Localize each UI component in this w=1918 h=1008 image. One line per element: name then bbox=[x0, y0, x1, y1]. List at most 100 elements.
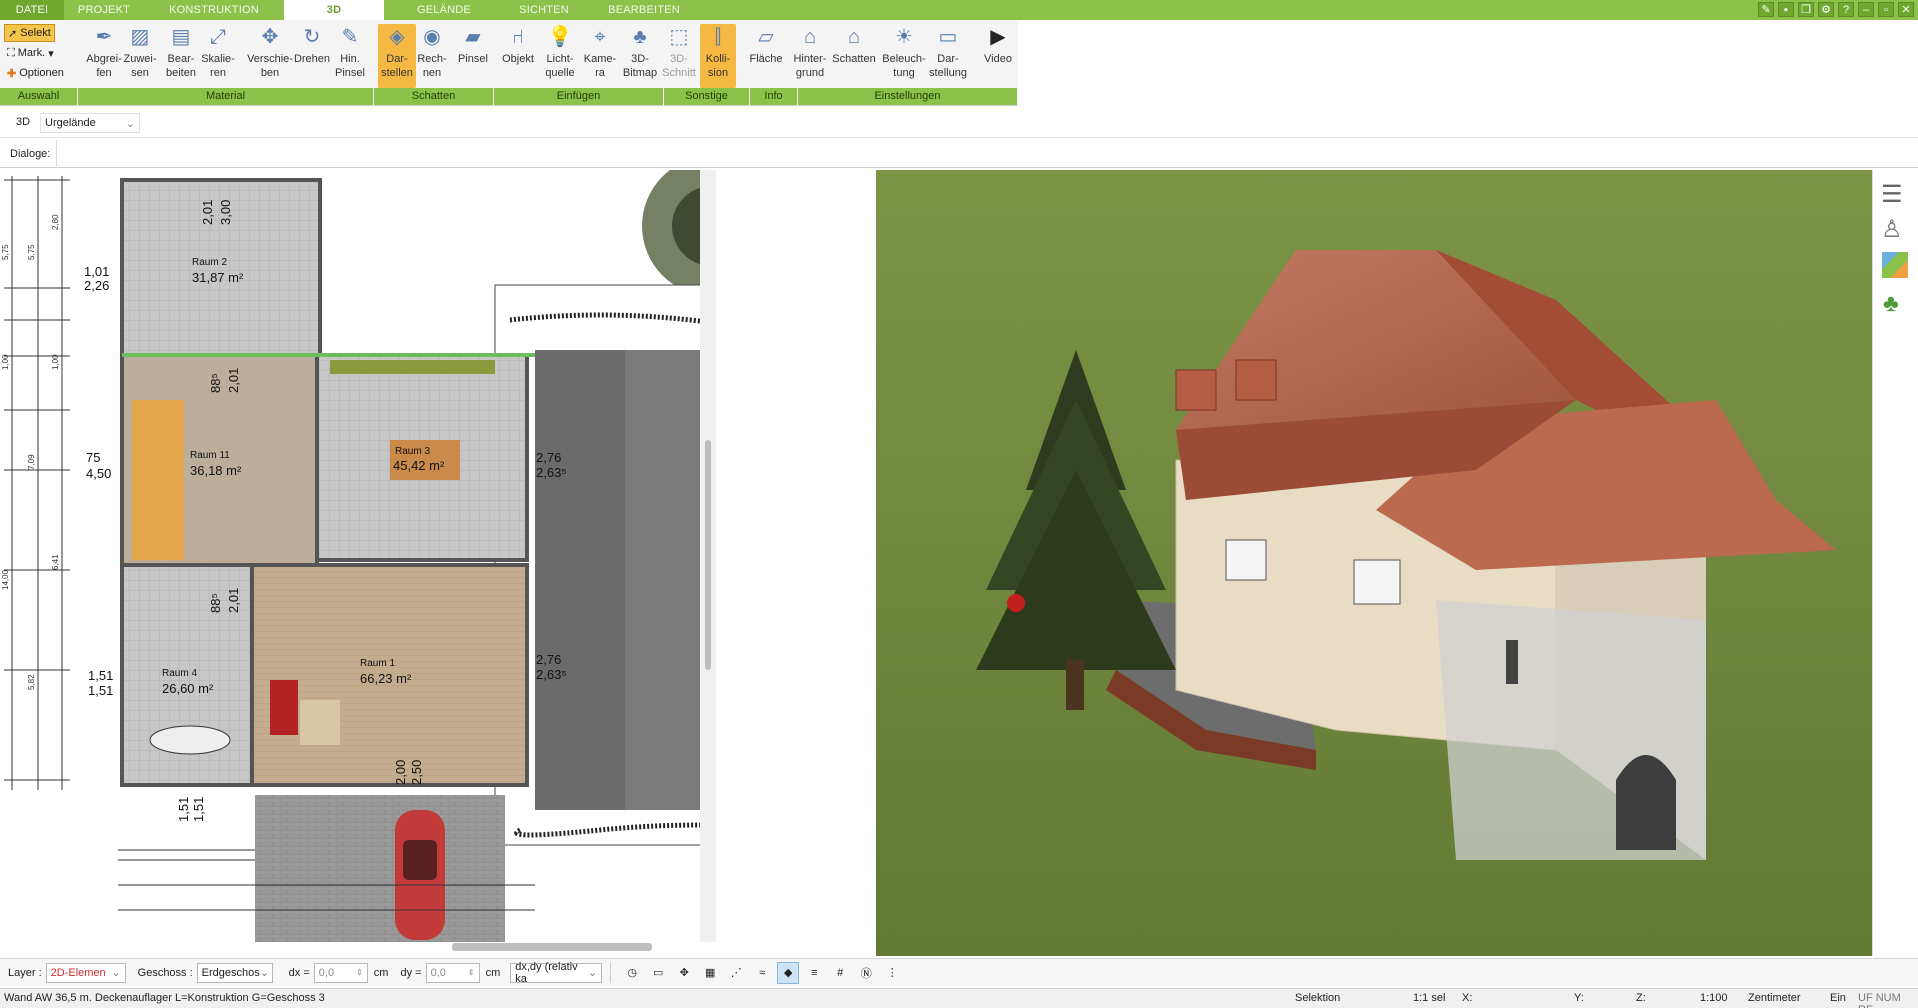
area-info-button[interactable]: ▱ Fläche bbox=[746, 24, 786, 88]
background-button[interactable]: ⌂ Hinter- grund bbox=[790, 24, 830, 88]
wave-icon[interactable]: ≈ bbox=[751, 962, 773, 984]
selekt-button[interactable]: ➚ Selekt bbox=[4, 24, 55, 42]
materials-icon[interactable] bbox=[1882, 252, 1908, 278]
layers-icon[interactable]: ☰ bbox=[1881, 180, 1903, 209]
edit-material-button[interactable]: ▤ Bear- beiten bbox=[162, 24, 200, 88]
stairs-icon[interactable]: ≡ bbox=[803, 962, 825, 984]
section-button[interactable]: ⬚ 3D- Schnitt bbox=[660, 24, 698, 88]
floor-plan-canvas[interactable]: 5,75 5,75 1,00 1,00 7,09 14,00 6,41 5,82… bbox=[0, 170, 715, 942]
more-icon[interactable]: ⋮ bbox=[881, 962, 903, 984]
close-icon[interactable]: ✕ bbox=[1898, 2, 1914, 17]
plant-icon[interactable]: ♣ bbox=[1883, 290, 1899, 318]
ribbon-button-label: Objekt bbox=[502, 53, 534, 65]
floor-plan-view[interactable]: 5,75 5,75 1,00 1,00 7,09 14,00 6,41 5,82… bbox=[0, 170, 715, 942]
chevron-down-icon: ▾ bbox=[48, 47, 54, 60]
shadow-brush-button[interactable]: ▰ Pinsel bbox=[453, 24, 493, 88]
optionen-button[interactable]: ✚ Optionen bbox=[4, 64, 67, 82]
plan-horizontal-scrollbar[interactable] bbox=[452, 943, 652, 951]
grid-icon[interactable]: # bbox=[829, 962, 851, 984]
status-bar: Wand AW 36,5 m. Deckenauflager L=Konstru… bbox=[0, 988, 1918, 1008]
shadow-brush-icon: ▰ bbox=[465, 26, 481, 48]
move-icon: ✥ bbox=[261, 26, 279, 48]
assign-material-button[interactable]: ▨ Zuwei- sen bbox=[122, 24, 158, 88]
ribbon-button-label: Kolli- sion bbox=[705, 53, 731, 79]
brush-button[interactable]: ✎ Hin. Pinsel bbox=[330, 24, 370, 88]
monitor-icon[interactable]: ▭ bbox=[647, 962, 669, 984]
north-icon[interactable]: Ⓝ bbox=[855, 962, 877, 984]
move-button[interactable]: ✥ Verschie- ben bbox=[246, 24, 294, 88]
clock-icon[interactable]: ◷ bbox=[621, 962, 643, 984]
plan-vertical-scrollbar[interactable] bbox=[705, 440, 711, 670]
terrain-select[interactable]: Urgelände ⌄ bbox=[40, 113, 140, 133]
tab-konstruktion[interactable]: KONSTRUKTION bbox=[144, 0, 284, 20]
lighting-button[interactable]: ☀ Beleuch- tung bbox=[880, 24, 928, 88]
3d-view[interactable] bbox=[876, 170, 1872, 956]
ruler-label: 2,80 bbox=[51, 214, 60, 230]
minimize-icon[interactable]: – bbox=[1858, 2, 1874, 17]
play-button[interactable]: ▶ Video bbox=[980, 24, 1016, 88]
kitchen-counter bbox=[330, 360, 495, 374]
line-tool-icon[interactable]: ⋰ bbox=[725, 962, 747, 984]
status-scale: 1:100 bbox=[1700, 992, 1728, 1004]
mark-button[interactable]: ⛶ Mark. ▾ bbox=[4, 44, 57, 62]
display-button[interactable]: ▭ Dar- stellung bbox=[928, 24, 968, 88]
group-info: Info bbox=[750, 88, 798, 105]
tab-3d[interactable]: 3D bbox=[284, 0, 384, 20]
save-icon[interactable]: ▪ bbox=[1778, 2, 1794, 17]
rotate-icon: ↻ bbox=[303, 26, 321, 48]
dx-value: 0,0 bbox=[318, 966, 335, 979]
room-area: 36,18 m² bbox=[190, 463, 242, 478]
status-unit: Zentimeter bbox=[1748, 992, 1801, 1004]
chair-button[interactable]: ⑁ Objekt bbox=[498, 24, 538, 88]
splitter-bar[interactable] bbox=[700, 170, 716, 942]
dx-input[interactable]: 0,0 ⇕ bbox=[313, 962, 368, 983]
tab-sichten[interactable]: SICHTEN bbox=[504, 0, 584, 20]
rotate-button[interactable]: ↻ Drehen bbox=[292, 24, 332, 88]
ribbon-button-label: Drehen bbox=[293, 53, 331, 65]
settings-icon[interactable]: ⚙ bbox=[1818, 2, 1834, 17]
dy-input[interactable]: 0,0 ⇕ bbox=[425, 962, 480, 983]
shadow-display-button[interactable]: ◈ Dar- stellen bbox=[378, 24, 416, 88]
bulb-icon: 💡 bbox=[547, 26, 573, 48]
chair-icon[interactable]: ♙ bbox=[1881, 215, 1903, 244]
color-palette-icon[interactable]: ▦ bbox=[699, 962, 721, 984]
spinner-icon[interactable]: ⇕ bbox=[356, 968, 363, 977]
tab-projekt[interactable]: PROJEKT bbox=[64, 0, 144, 20]
car-roof bbox=[403, 840, 437, 880]
windows-icon[interactable]: ❐ bbox=[1798, 2, 1814, 17]
geschoss-select[interactable]: Erdgeschos ⌄ bbox=[196, 962, 273, 983]
shadow-display-icon: ◈ bbox=[389, 26, 405, 48]
eyedropper-button[interactable]: ✒ Abgrei- fen bbox=[84, 24, 124, 88]
terrain-select-value: Urgelände bbox=[45, 117, 96, 129]
tab-datei[interactable]: DATEI bbox=[0, 0, 64, 20]
spinner-icon[interactable]: ⇕ bbox=[468, 968, 475, 977]
coordinate-mode-select[interactable]: dx,dy (relativ ka ⌄ bbox=[510, 961, 603, 985]
scale-button[interactable]: ⤢ Skalie- ren bbox=[198, 24, 238, 88]
shadow-calc-button[interactable]: ◉ Rech- nen bbox=[414, 24, 450, 88]
view-mode-label: 3D bbox=[16, 116, 31, 128]
snap-icon[interactable]: ✥ bbox=[673, 962, 695, 984]
app-window: DATEI PROJEKT KONSTRUKTION 3D GELÄNDE SI… bbox=[0, 0, 1918, 1008]
camera-button[interactable]: ⌖ Kame- ra bbox=[580, 24, 620, 88]
coffee-table bbox=[300, 700, 340, 745]
house-shadow-button[interactable]: ⌂ Schatten bbox=[832, 24, 875, 88]
group-schatten: Schatten bbox=[374, 88, 494, 105]
ruler-label: 5,75 bbox=[27, 244, 36, 260]
menu-tab-bar: DATEI PROJEKT KONSTRUKTION 3D GELÄNDE SI… bbox=[0, 0, 1918, 20]
tab-bearbeiten[interactable]: BEARBEITEN bbox=[584, 0, 704, 20]
tree-button[interactable]: ♣ 3D- Bitmap bbox=[620, 24, 660, 88]
room-area: 45,42 m² bbox=[393, 458, 445, 473]
dimension-label: 2,26 bbox=[84, 278, 109, 293]
3d-scene[interactable] bbox=[876, 170, 1872, 956]
ribbon-button-label: Video bbox=[984, 53, 1012, 65]
help-icon[interactable]: ? bbox=[1838, 2, 1854, 17]
plane-icon[interactable]: ◆ bbox=[777, 961, 800, 984]
tab-gelaende[interactable]: GELÄNDE bbox=[384, 0, 504, 20]
collision-button[interactable]: ⫿ Kolli- sion bbox=[700, 24, 736, 88]
layer-select[interactable]: 2D-Elemen ⌄ bbox=[45, 962, 126, 983]
dimension-label: 1,51 bbox=[191, 797, 206, 822]
restore-icon[interactable]: ▫ bbox=[1878, 2, 1894, 17]
pen-icon[interactable]: ✎ bbox=[1758, 2, 1774, 17]
bulb-button[interactable]: 💡 Licht- quelle bbox=[540, 24, 580, 88]
layer-value: 2D-Elemen bbox=[50, 966, 106, 979]
